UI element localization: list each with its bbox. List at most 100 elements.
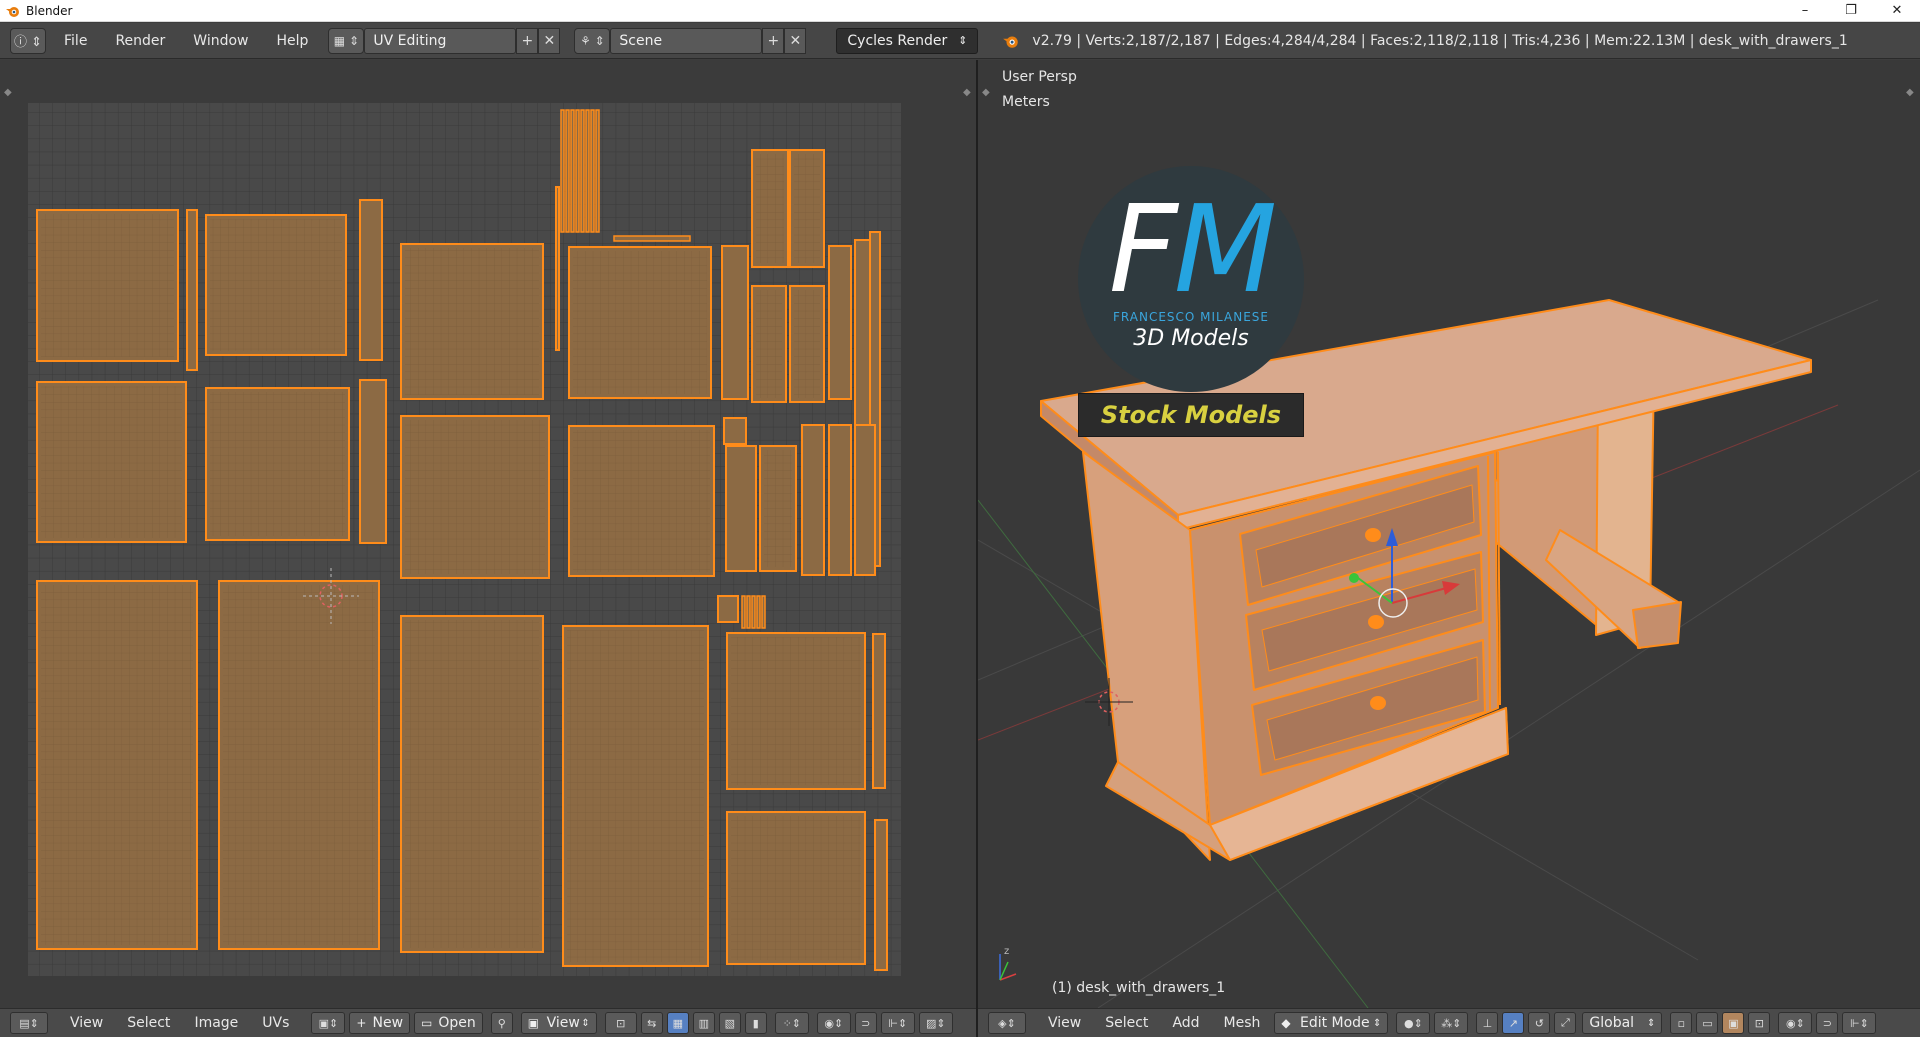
menu-select[interactable]: Select bbox=[127, 1015, 170, 1031]
occlude-icon: ⊡ bbox=[1754, 1016, 1765, 1030]
channels-button[interactable]: ▨⇕ bbox=[918, 1012, 953, 1034]
face-select-button[interactable]: ▧ bbox=[718, 1012, 741, 1034]
screen-layout-field[interactable]: UV Editing bbox=[364, 27, 517, 54]
updown-icon: ⇕ bbox=[1373, 1017, 1382, 1029]
translate-manipulator-button[interactable]: ↗ bbox=[1502, 1012, 1525, 1034]
uv-island-strip[interactable] bbox=[613, 235, 691, 242]
proportional-edit-button[interactable]: ◉⇕ bbox=[1778, 1012, 1813, 1034]
sync-selection-button[interactable]: ⇆ bbox=[640, 1012, 663, 1034]
scale-manipulator-button[interactable]: ⤢ bbox=[1554, 1012, 1577, 1034]
uv-island[interactable] bbox=[725, 445, 757, 572]
manipulator-toggle-button[interactable]: ⊥ bbox=[1476, 1012, 1499, 1034]
close-button[interactable]: ✕ bbox=[1874, 0, 1920, 22]
uv-island[interactable] bbox=[186, 209, 198, 371]
uv-island-strip[interactable] bbox=[580, 109, 585, 233]
uv-island[interactable] bbox=[854, 424, 876, 576]
view-mode-dropdown[interactable]: ▣ View ⇕ bbox=[520, 1012, 597, 1034]
vertex-select-button[interactable]: ▦ bbox=[666, 1012, 689, 1034]
edge-mode-icon: ▭ bbox=[1702, 1016, 1713, 1030]
restore-button[interactable]: ❐ bbox=[1828, 0, 1874, 22]
editor-type-button[interactable]: ⓘ ⇕ bbox=[10, 27, 46, 54]
stock-models-label: Stock Models bbox=[1100, 401, 1282, 429]
snap-target-button[interactable]: ⊩⇕ bbox=[880, 1012, 915, 1034]
menu-window[interactable]: Window bbox=[193, 33, 248, 49]
uv-island-strip[interactable] bbox=[575, 109, 580, 233]
minimize-button[interactable]: – bbox=[1782, 0, 1828, 22]
menu-file[interactable]: File bbox=[64, 33, 87, 49]
menu-view[interactable]: View bbox=[1048, 1015, 1081, 1031]
sticky-selection-button[interactable]: ⁘⇕ bbox=[774, 1012, 809, 1034]
scene-field[interactable]: Scene bbox=[610, 27, 763, 54]
pin-button[interactable]: ⚲ bbox=[490, 1012, 513, 1034]
menu-render[interactable]: Render bbox=[115, 33, 165, 49]
uv-island-strip[interactable] bbox=[751, 595, 756, 629]
uv-island-strip[interactable] bbox=[590, 109, 595, 233]
face-select-mode-button[interactable]: ▣ bbox=[1722, 1012, 1745, 1034]
window-title: Blender bbox=[26, 3, 73, 18]
occlude-geometry-button[interactable]: ⊡ bbox=[1748, 1012, 1771, 1034]
delete-screen-button[interactable]: ✕ bbox=[538, 27, 561, 54]
edge-select-mode-button[interactable]: ▭ bbox=[1696, 1012, 1719, 1034]
menu-uvs[interactable]: UVs bbox=[262, 1015, 289, 1031]
shading-button[interactable]: ●⇕ bbox=[1396, 1012, 1431, 1034]
menu-select[interactable]: Select bbox=[1105, 1015, 1148, 1031]
open-image-button[interactable]: ▭ Open bbox=[414, 1012, 483, 1034]
uv-island[interactable] bbox=[828, 424, 852, 576]
uv-island-strip[interactable] bbox=[570, 109, 575, 233]
snap-element-button[interactable]: ⊩⇕ bbox=[1842, 1012, 1877, 1034]
uv-island[interactable] bbox=[874, 819, 888, 971]
edge-select-button[interactable]: ▥ bbox=[692, 1012, 715, 1034]
uv-island[interactable] bbox=[872, 633, 886, 789]
delete-scene-button[interactable]: ✕ bbox=[784, 27, 807, 54]
uv-island[interactable] bbox=[717, 595, 739, 623]
menu-image[interactable]: Image bbox=[194, 1015, 238, 1031]
uv-island-strip[interactable] bbox=[560, 109, 565, 233]
scene-icon-button[interactable]: ⚘ ⇕ bbox=[574, 27, 611, 54]
uv-island[interactable] bbox=[359, 199, 383, 361]
orientation-dropdown[interactable]: Global ⇕ bbox=[1582, 1012, 1663, 1034]
menu-view[interactable]: View bbox=[70, 1015, 103, 1031]
uv-island-strip[interactable] bbox=[756, 595, 761, 629]
menu-help[interactable]: Help bbox=[276, 33, 308, 49]
vertex-select-mode-button[interactable]: ▫ bbox=[1670, 1012, 1693, 1034]
region-toggle-icon[interactable]: ◆ bbox=[982, 87, 990, 98]
rotate-manipulator-button[interactable]: ↺ bbox=[1528, 1012, 1551, 1034]
uv-island[interactable] bbox=[721, 245, 749, 400]
pivot-button[interactable]: ⊡ bbox=[604, 1012, 637, 1034]
uv-island-strip[interactable] bbox=[761, 595, 766, 629]
editor-type-button[interactable]: ▤⇕ bbox=[10, 1012, 48, 1034]
pivot-point-button[interactable]: ⁂⇕ bbox=[1434, 1012, 1469, 1034]
uv-island[interactable] bbox=[723, 417, 747, 445]
region-toggle-icon[interactable]: ◆ bbox=[4, 87, 12, 98]
uv-island-strip[interactable] bbox=[585, 109, 590, 233]
scene-icon: ⚘ ⇕ bbox=[580, 33, 605, 48]
browse-image-button[interactable]: ▣⇕ bbox=[311, 1012, 346, 1034]
snap-button[interactable]: ⊃ bbox=[854, 1012, 877, 1034]
uv-canvas[interactable]: ◆ ◆ bbox=[0, 60, 976, 1008]
uv-island[interactable] bbox=[555, 186, 560, 351]
uv-island-strip[interactable] bbox=[741, 595, 746, 629]
uv-island-strip[interactable] bbox=[565, 109, 570, 233]
island-select-button[interactable]: ▮ bbox=[744, 1012, 767, 1034]
add-scene-button[interactable]: + bbox=[762, 27, 785, 54]
uv-island[interactable] bbox=[828, 245, 852, 400]
screen-layout-icon-button[interactable]: ▦ ⇕ bbox=[328, 27, 365, 54]
uv-island[interactable] bbox=[801, 424, 825, 576]
uv-image-editor[interactable]: ◆ ◆ bbox=[0, 60, 976, 1008]
region-toggle-icon[interactable]: ◆ bbox=[1906, 87, 1914, 98]
menu-mesh[interactable]: Mesh bbox=[1224, 1015, 1261, 1031]
new-image-button[interactable]: + New bbox=[349, 1012, 411, 1034]
region-toggle-icon[interactable]: ◆ bbox=[963, 87, 971, 98]
uv-island[interactable] bbox=[359, 379, 387, 544]
uv-island-grid bbox=[223, 585, 375, 945]
editor-type-button[interactable]: ◈⇕ bbox=[988, 1012, 1026, 1034]
render-engine-dropdown[interactable]: Cycles Render ⇕ bbox=[836, 27, 979, 54]
uv-island-strip[interactable] bbox=[746, 595, 751, 629]
menu-add[interactable]: Add bbox=[1172, 1015, 1199, 1031]
add-screen-button[interactable]: + bbox=[516, 27, 539, 54]
3d-viewport[interactable]: z ◆ ◆ User Persp Meters (1) desk_with_dr… bbox=[978, 60, 1920, 1008]
mode-dropdown[interactable]: ◆ Edit Mode ⇕ bbox=[1274, 1012, 1389, 1034]
proportional-edit-button[interactable]: ◉⇕ bbox=[816, 1012, 851, 1034]
uv-island-strip[interactable] bbox=[595, 109, 600, 233]
snap-button[interactable]: ⊃ bbox=[1816, 1012, 1839, 1034]
